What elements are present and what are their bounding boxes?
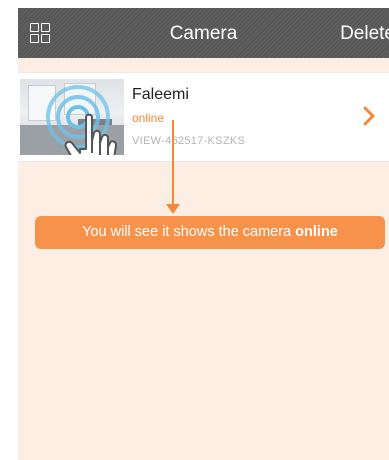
app-screen: Camera Delete Faleemi online VIEW-462517… (18, 8, 389, 460)
hand-pointer-icon (64, 113, 117, 155)
delete-button[interactable]: Delete (340, 23, 389, 45)
top-navigation-bar: Camera Delete (18, 8, 389, 58)
camera-name: Faleemi (132, 86, 189, 103)
camera-id: VIEW-462517-KSZKS (132, 135, 246, 147)
callout-text: You will see it shows the camera (82, 224, 296, 240)
camera-thumbnail (20, 79, 124, 155)
chevron-right-icon[interactable] (363, 106, 375, 126)
annotation-pointer-line (172, 120, 174, 206)
page-title: Camera (169, 23, 238, 44)
annotation-callout: You will see it shows the camera online (35, 216, 385, 249)
camera-status: online (132, 111, 165, 125)
camera-list-item[interactable]: Faleemi online VIEW-462517-KSZKS (18, 72, 389, 162)
callout-emphasis: online (295, 224, 338, 240)
annotation-arrow-icon (166, 204, 180, 214)
